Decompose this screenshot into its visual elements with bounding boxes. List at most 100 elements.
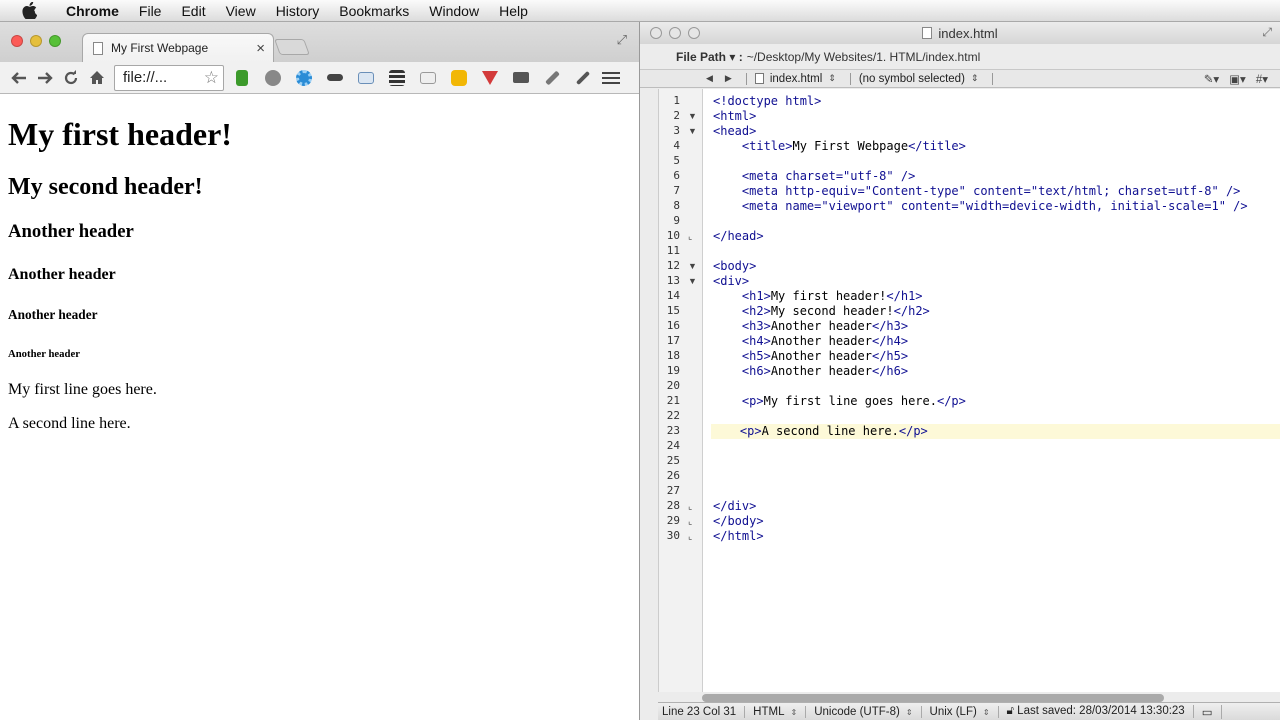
code-line[interactable]: </head>: [713, 229, 1280, 244]
new-tab-button[interactable]: [274, 39, 310, 55]
menu-history[interactable]: History: [266, 0, 330, 22]
line-number: 6: [673, 169, 680, 182]
nav-forward-icon[interactable]: ▶: [725, 73, 732, 84]
hash-menu-icon[interactable]: #▾: [1256, 72, 1268, 86]
language-selector[interactable]: HTML ⇕: [745, 705, 807, 718]
code-line[interactable]: [713, 409, 1280, 424]
code-line[interactable]: [713, 469, 1280, 484]
zoom-window-button[interactable]: [49, 35, 61, 47]
code-line[interactable]: <body>: [713, 259, 1280, 274]
fold-open-icon[interactable]: ▼: [688, 261, 697, 271]
menu-view[interactable]: View: [216, 0, 266, 22]
code-line[interactable]: <meta http-equiv="Content-type" content=…: [713, 184, 1280, 199]
menu-file[interactable]: File: [129, 0, 172, 22]
symbol-chevron-icon[interactable]: ⇕: [971, 73, 979, 84]
fullscreen-icon[interactable]: ⤢: [617, 32, 627, 48]
extension-screenshot[interactable]: [353, 65, 379, 91]
code-line[interactable]: <title>My First Webpage</title>: [713, 139, 1280, 154]
code-line[interactable]: <p>My first line goes here.</p>: [713, 394, 1280, 409]
window-layout-icon[interactable]: ▣▾: [1229, 72, 1246, 86]
extension-pocket[interactable]: [477, 65, 503, 91]
home-button[interactable]: [84, 65, 110, 91]
tab-close-button[interactable]: ×: [256, 40, 265, 57]
code-line[interactable]: <h6>Another header</h6>: [713, 364, 1280, 379]
code-line[interactable]: <div>: [713, 274, 1280, 289]
document-button[interactable]: ▭: [1194, 704, 1222, 719]
editor-zoom-button[interactable]: [688, 27, 700, 39]
reload-button[interactable]: [58, 65, 84, 91]
marker-pen-icon[interactable]: ✎▾: [1204, 72, 1219, 86]
code-text[interactable]: <!doctype html> <html> <head> <title>My Fi…: [711, 89, 1280, 692]
menu-window[interactable]: Window: [419, 0, 489, 22]
code-line[interactable]: [713, 454, 1280, 469]
code-line[interactable]: <h3>Another header</h3>: [713, 319, 1280, 334]
editor-fullscreen-icon[interactable]: ⤢: [1262, 25, 1272, 40]
menu-bookmarks[interactable]: Bookmarks: [329, 0, 419, 22]
fold-end-icon[interactable]: ⌞: [688, 531, 692, 542]
code-line[interactable]: [713, 154, 1280, 169]
close-window-button[interactable]: [11, 35, 23, 47]
fold-end-icon[interactable]: ⌞: [688, 501, 692, 512]
extension-badge[interactable]: [446, 65, 472, 91]
fold-end-icon[interactable]: ⌞: [688, 231, 692, 242]
extension-gplus[interactable]: [415, 65, 441, 91]
chrome-menu-button[interactable]: [602, 71, 620, 84]
extension-wrench[interactable]: [539, 65, 565, 91]
fold-open-icon[interactable]: ▼: [688, 276, 697, 286]
editor-close-button[interactable]: [650, 27, 662, 39]
code-line-current[interactable]: <p>A second line here.</p>: [711, 424, 1280, 439]
code-line[interactable]: <h4>Another header</h4>: [713, 334, 1280, 349]
horizontal-scrollbar[interactable]: [702, 694, 1164, 702]
symbol-menu[interactable]: (no symbol selected): [859, 73, 965, 85]
code-line[interactable]: <!doctype html>: [713, 94, 1280, 109]
fold-open-icon[interactable]: ▼: [688, 126, 697, 136]
address-bar[interactable]: file://... ☆: [114, 64, 224, 91]
code-line[interactable]: [713, 214, 1280, 229]
nav-back-icon[interactable]: ◀: [706, 73, 713, 84]
bookmark-star-icon[interactable]: ☆: [204, 68, 219, 88]
nav-file-chevron-icon[interactable]: ⇕: [828, 73, 836, 84]
code-line[interactable]: [713, 439, 1280, 454]
menu-app-chrome[interactable]: Chrome: [56, 0, 129, 22]
code-line[interactable]: <meta charset="utf-8" />: [713, 169, 1280, 184]
extension-buffer[interactable]: [384, 65, 410, 91]
fold-end-icon[interactable]: ⌞: [688, 516, 692, 527]
code-line[interactable]: </body>: [713, 514, 1280, 529]
extension-camera[interactable]: [508, 65, 534, 91]
extension-blue-gear[interactable]: [291, 65, 317, 91]
extension-download[interactable]: [260, 65, 286, 91]
extension-evernote[interactable]: [229, 65, 255, 91]
editor-minimize-button[interactable]: [669, 27, 681, 39]
editor-titlebar: index.html ⤢: [640, 22, 1280, 44]
minimize-window-button[interactable]: [30, 35, 42, 47]
code-line[interactable]: <meta name="viewport" content="width=dev…: [713, 199, 1280, 214]
code-line[interactable]: <h1>My first header!</h1>: [713, 289, 1280, 304]
back-button[interactable]: [6, 65, 32, 91]
menu-edit[interactable]: Edit: [171, 0, 215, 22]
cursor-position[interactable]: Line 23 Col 31: [658, 705, 746, 718]
line-endings-selector[interactable]: Unix (LF) ⇕: [922, 705, 999, 718]
code-line[interactable]: <html>: [713, 109, 1280, 124]
code-line[interactable]: <head>: [713, 124, 1280, 139]
code-line[interactable]: </div>: [713, 499, 1280, 514]
code-line[interactable]: </html>: [713, 529, 1280, 544]
code-editor[interactable]: 1 2 ▼ 3 ▼ 4 5 6 7 8 9 10 ⌞ 11 12 ▼ 13 ▼ 14 15 16 17 18 19 20 21 22…: [658, 89, 1280, 692]
fold-open-icon[interactable]: ▼: [688, 111, 697, 121]
tab-my-first-webpage[interactable]: My First Webpage ×: [82, 33, 274, 62]
extension-dropper[interactable]: [570, 65, 596, 91]
code-line[interactable]: [713, 244, 1280, 259]
heading-h6: Another header: [8, 348, 80, 360]
code-line[interactable]: [713, 484, 1280, 499]
code-line[interactable]: [713, 379, 1280, 394]
file-path-label[interactable]: File Path ▾ :: [676, 50, 743, 64]
code-line[interactable]: <h2>My second header!</h2>: [713, 304, 1280, 319]
nav-file-menu[interactable]: index.html: [770, 73, 822, 85]
code-line[interactable]: <h5>Another header</h5>: [713, 349, 1280, 364]
apple-icon[interactable]: [18, 2, 40, 20]
url-text[interactable]: file://...: [123, 69, 204, 86]
forward-button[interactable]: [32, 65, 58, 91]
lock-icon[interactable]: 🔓︎: [1007, 705, 1014, 717]
encoding-selector[interactable]: Unicode (UTF-8) ⇕: [806, 705, 922, 718]
menu-help[interactable]: Help: [489, 0, 538, 22]
extension-mask[interactable]: [322, 65, 348, 91]
